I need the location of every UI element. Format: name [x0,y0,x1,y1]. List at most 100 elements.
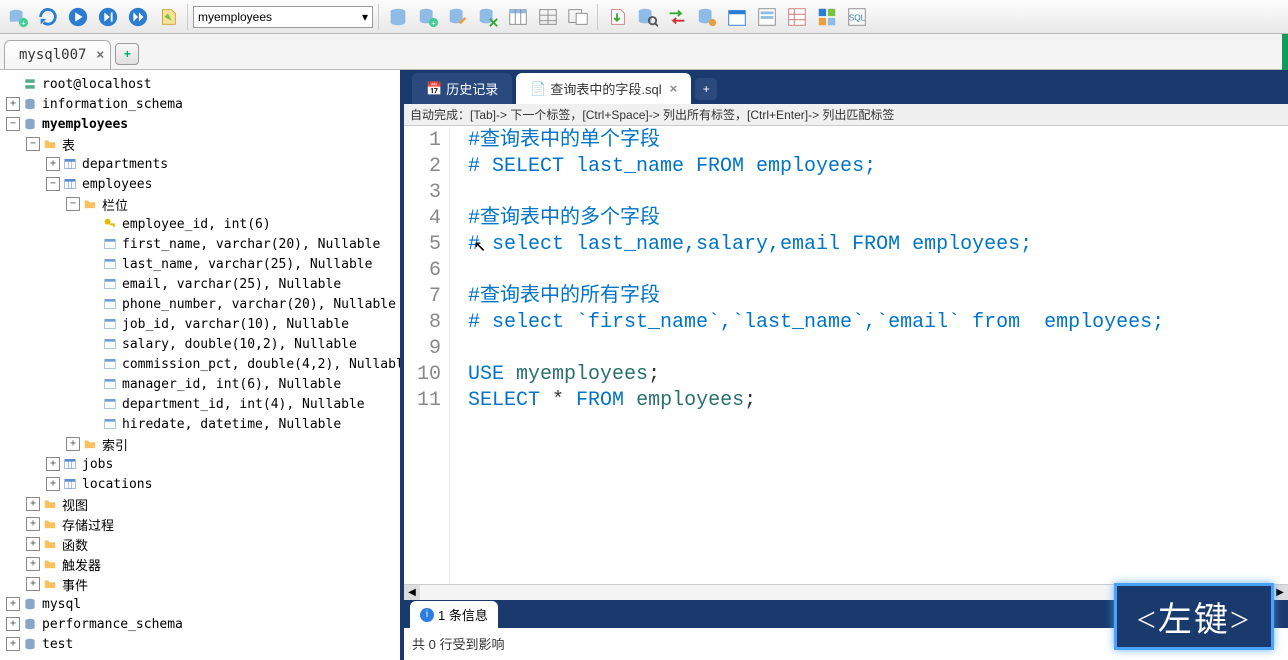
expand-toggle[interactable]: − [66,197,80,211]
line-gutter: 1234567891011 [404,126,450,584]
run-all-icon[interactable] [124,3,152,31]
expand-toggle[interactable]: + [26,557,40,571]
tree-row[interactable]: − 表 [0,134,400,154]
expand-toggle[interactable]: + [26,497,40,511]
tree-label: 视图 [62,495,88,514]
sql-editor[interactable]: 1234567891011 #查询表中的单个字段# SELECT last_na… [404,126,1288,584]
tree-label: 存储过程 [62,515,114,534]
sql-icon[interactable]: SQL [843,3,871,31]
tree-row[interactable]: + test [0,634,400,654]
form-icon[interactable] [753,3,781,31]
new-connection-icon[interactable]: + [4,3,32,31]
expand-toggle[interactable]: + [26,537,40,551]
tree-row[interactable]: employee_id, int(6) [0,214,400,234]
tree-label: 事件 [62,575,88,594]
expand-toggle[interactable]: + [26,517,40,531]
tree-row[interactable]: − employees [0,174,400,194]
expand-toggle[interactable]: + [26,577,40,591]
run-icon[interactable] [64,3,92,31]
tree-row[interactable]: commission_pct, double(4,2), Nullable [0,354,400,374]
tree-label: 触发器 [62,555,101,574]
refresh-icon[interactable] [34,3,62,31]
object-browser[interactable]: root@localhost + information_schema − my… [0,70,404,660]
data-grid-icon[interactable] [783,3,811,31]
expand-toggle[interactable]: + [6,97,20,111]
db-sync-icon[interactable] [474,3,502,31]
tree-row[interactable]: + information_schema [0,94,400,114]
database-selector[interactable]: myemployees ▾ [193,6,373,28]
tree-row[interactable]: job_id, varchar(10), Nullable [0,314,400,334]
tree-row[interactable]: + performance_schema [0,614,400,634]
db-add-icon[interactable]: + [414,3,442,31]
db-edit-icon[interactable] [444,3,472,31]
tree-row[interactable]: + 索引 [0,434,400,454]
expand-toggle[interactable]: + [66,437,80,451]
tree-label: email, varchar(25), Nullable [122,277,341,292]
table-ext-icon[interactable] [564,3,592,31]
tree-row[interactable]: root@localhost [0,74,400,94]
expand-toggle[interactable]: + [46,457,60,471]
tree-row[interactable]: − myemployees [0,114,400,134]
editor-tabs: 📅 历史记录 📄 查询表中的字段.sql × + [404,70,1288,104]
expand-toggle[interactable]: + [6,637,20,651]
db-icon [22,96,38,112]
new-query-icon[interactable] [154,3,182,31]
tree-row[interactable]: department_id, int(4), Nullable [0,394,400,414]
folder-icon [42,536,58,552]
tree-row[interactable]: hiredate, datetime, Nullable [0,414,400,434]
expand-toggle[interactable]: + [6,617,20,631]
tab-active-file[interactable]: 📄 查询表中的字段.sql × [516,73,691,104]
tree-row[interactable]: + mysql [0,594,400,614]
tree-row[interactable]: + locations [0,474,400,494]
db-tool-icon[interactable] [384,3,412,31]
tree-label: departments [82,157,168,172]
expand-toggle[interactable]: − [6,117,20,131]
tree-row[interactable]: manager_id, int(6), Nullable [0,374,400,394]
add-session-button[interactable]: + [115,43,139,65]
tree-row[interactable]: + 存储过程 [0,514,400,534]
export-icon[interactable] [603,3,631,31]
calendar-icon[interactable] [723,3,751,31]
expand-toggle[interactable]: + [46,477,60,491]
transfer-icon[interactable] [663,3,691,31]
run-step-icon[interactable] [94,3,122,31]
expand-toggle[interactable]: − [46,177,60,191]
tree-row[interactable]: email, varchar(25), Nullable [0,274,400,294]
column-icon [102,256,118,272]
expand-toggle[interactable]: − [26,137,40,151]
table-icon[interactable] [504,3,532,31]
table-grid-icon[interactable] [534,3,562,31]
close-icon[interactable]: × [670,81,678,96]
close-icon[interactable]: × [96,47,104,63]
table-icon [62,456,78,472]
expand-toggle[interactable]: + [46,157,60,171]
folder-icon [42,496,58,512]
table-icon [62,176,78,192]
tree-row[interactable]: salary, double(10,2), Nullable [0,334,400,354]
db-settings-icon[interactable] [693,3,721,31]
tree-label: employee_id, int(6) [122,217,271,232]
tree-row[interactable]: − 栏位 [0,194,400,214]
tree-row[interactable]: + 函数 [0,534,400,554]
layout-icon[interactable] [813,3,841,31]
tab-messages[interactable]: i 1 条信息 [410,601,498,628]
messages-text: 共 0 行受到影响 [412,637,504,652]
tree-row[interactable]: + 触发器 [0,554,400,574]
tree-row[interactable]: + 视图 [0,494,400,514]
tab-history[interactable]: 📅 历史记录 [412,73,512,104]
db-search-icon[interactable] [633,3,661,31]
tree-row[interactable]: first_name, varchar(20), Nullable [0,234,400,254]
tree-row[interactable]: + departments [0,154,400,174]
add-editor-tab-button[interactable]: + [695,78,717,100]
code-content[interactable]: #查询表中的单个字段# SELECT last_name FROM employ… [450,126,1288,584]
tree-row[interactable]: + jobs [0,454,400,474]
tree-row[interactable]: last_name, varchar(25), Nullable [0,254,400,274]
expand-toggle[interactable]: + [6,597,20,611]
tab-active-file-label: 查询表中的字段.sql [550,79,661,98]
session-tab-active[interactable]: mysql007 × [4,40,111,69]
scroll-right-icon[interactable]: ▶ [1272,585,1288,601]
scroll-left-icon[interactable]: ◀ [404,585,420,601]
tree-row[interactable]: + 事件 [0,574,400,594]
server-icon [22,76,38,92]
tree-row[interactable]: phone_number, varchar(20), Nullable [0,294,400,314]
